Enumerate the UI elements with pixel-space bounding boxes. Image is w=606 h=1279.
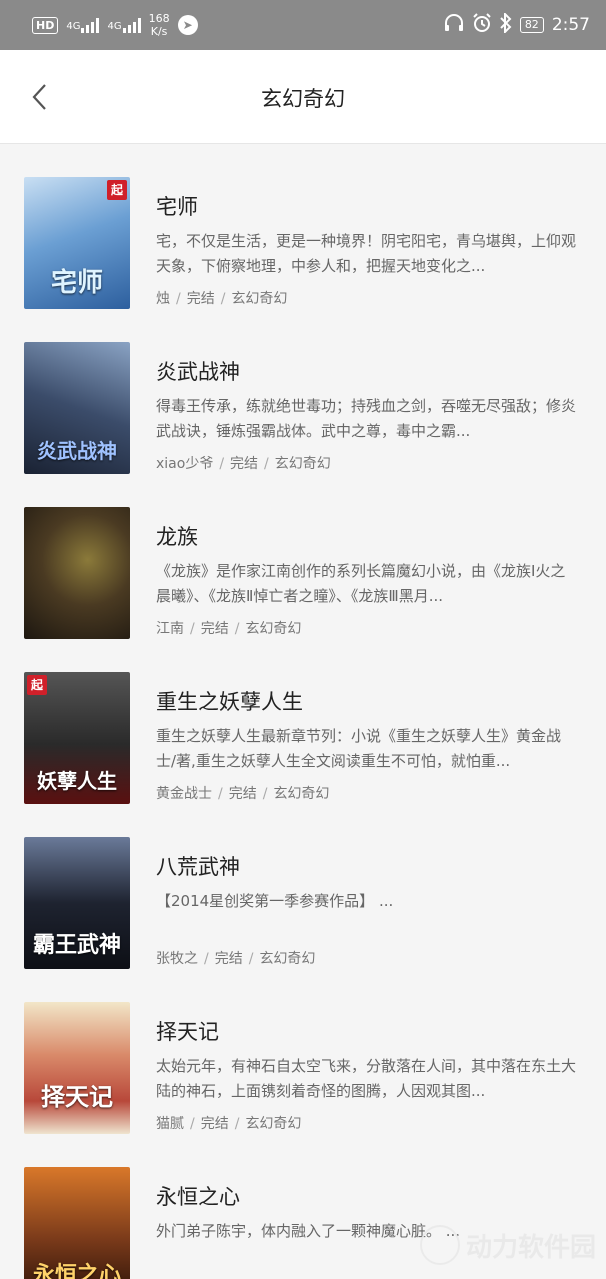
book-cover: 起 妖孽人生 bbox=[24, 672, 130, 804]
book-category: 玄幻奇幻 bbox=[273, 786, 330, 802]
cover-title: 宅师 bbox=[50, 268, 103, 298]
cover-title: 炎武战神 bbox=[37, 439, 117, 463]
book-author: 猫腻 bbox=[156, 1116, 184, 1132]
signal-2: 4G bbox=[107, 17, 141, 33]
book-title: 永恒之心 bbox=[156, 1185, 240, 1209]
alarm-icon bbox=[472, 12, 492, 38]
book-description: 得毒王传承，练就绝世毒功；持残血之剑，吞噬无尽强敌；修炎武战诀，锤炼强霸战体。武… bbox=[156, 397, 576, 440]
book-item[interactable]: 起 宅师 宅师 宅，不仅是生活，更是一种境界！阴宅阳宅，青乌堪舆，上仰观天象，下… bbox=[0, 145, 606, 310]
book-author: 黄金战士 bbox=[156, 786, 212, 802]
book-description: 【2014星创奖第一季参赛作品】 ... bbox=[156, 892, 394, 910]
book-status: 完结 bbox=[200, 1116, 229, 1132]
book-meta: 张牧之 / 完结 / 玄幻奇幻 bbox=[156, 951, 316, 967]
signal-bars-icon bbox=[81, 17, 100, 33]
book-author: xiao少爷 bbox=[156, 456, 214, 472]
book-meta: 猫腻 / 完结 / 玄幻奇幻 bbox=[156, 1116, 302, 1132]
clock: 2:57 bbox=[551, 15, 590, 35]
signal-1: 4G bbox=[66, 17, 100, 33]
status-bar: HD 4G 4G 168 K/s ➤ 82 2:57 bbox=[0, 0, 606, 50]
book-item[interactable]: 起 妖孽人生 重生之妖孽人生 重生之妖孽人生最新章节列：小说《重生之妖孽人生》黄… bbox=[0, 640, 606, 805]
book-author: 张牧之 bbox=[156, 951, 198, 967]
book-author: 江南 bbox=[156, 621, 184, 637]
page-title: 玄幻奇幻 bbox=[261, 87, 345, 111]
book-author: 烛 bbox=[156, 291, 170, 307]
book-item[interactable]: 择天记 择天记 太始元年，有神石自太空飞来，分散落在人间，其中落在东土大陆的神石… bbox=[0, 970, 606, 1135]
watermark: 动力软件园 bbox=[419, 1225, 596, 1265]
book-list: 起 宅师 宅师 宅，不仅是生活，更是一种境界！阴宅阳宅，青乌堪舆，上仰观天象，下… bbox=[0, 145, 606, 1279]
book-category: 玄幻奇幻 bbox=[231, 291, 288, 307]
book-status: 完结 bbox=[186, 291, 215, 307]
battery-indicator: 82 bbox=[519, 17, 544, 33]
book-meta: 江南 / 完结 / 玄幻奇幻 bbox=[156, 621, 302, 637]
book-title: 龙族 bbox=[156, 525, 198, 549]
book-meta: 黄金战士 / 完结 / 玄幻奇幻 bbox=[156, 786, 330, 802]
book-cover: 择天记 bbox=[24, 1002, 130, 1134]
book-category: 玄幻奇幻 bbox=[245, 1116, 302, 1132]
status-bar-left: HD 4G 4G 168 K/s ➤ bbox=[32, 12, 198, 38]
book-description: 重生之妖孽人生最新章节列：小说《重生之妖孽人生》黄金战士/著,重生之妖孽人生全文… bbox=[156, 727, 562, 770]
book-title: 八荒武神 bbox=[156, 855, 240, 879]
book-item[interactable]: 龙族 《龙族》是作家江南创作的系列长篇魔幻小说，由《龙族Ⅰ火之晨曦》、《龙族Ⅱ悼… bbox=[0, 475, 606, 640]
book-status: 完结 bbox=[200, 621, 229, 637]
book-description: 太始元年，有神石自太空飞来，分散落在人间，其中落在东土大陆的神石，上面镌刻着奇怪… bbox=[156, 1057, 576, 1100]
book-status: 完结 bbox=[230, 456, 259, 472]
book-title: 择天记 bbox=[156, 1020, 219, 1044]
app-header: 玄幻奇幻 bbox=[0, 50, 606, 144]
bluetooth-icon bbox=[500, 11, 512, 38]
hd-badge: HD bbox=[32, 16, 59, 34]
book-category: 玄幻奇幻 bbox=[259, 951, 316, 967]
qidian-badge: 起 bbox=[27, 675, 47, 695]
book-meta: xiao少爷 / 完结 / 玄幻奇幻 bbox=[156, 456, 331, 472]
book-item[interactable]: 炎武战神 炎武战神 得毒王传承，练就绝世毒功；持残血之剑，吞噬无尽强敌；修炎武战… bbox=[0, 310, 606, 475]
signal-bars-icon bbox=[122, 17, 141, 33]
book-cover: 炎武战神 bbox=[24, 342, 130, 474]
book-cover: 永恒之心 bbox=[24, 1167, 130, 1279]
book-title: 重生之妖孽人生 bbox=[156, 690, 303, 714]
book-title: 宅师 bbox=[156, 195, 198, 219]
book-cover: 起 宅师 bbox=[24, 177, 130, 309]
cover-title: 择天记 bbox=[41, 1082, 113, 1111]
cover-title: 永恒之心 bbox=[32, 1262, 121, 1279]
book-category: 玄幻奇幻 bbox=[274, 456, 331, 472]
cover-title: 妖孽人生 bbox=[37, 769, 117, 793]
book-meta: 烛 / 完结 / 玄幻奇幻 bbox=[156, 291, 288, 307]
book-cover bbox=[24, 507, 130, 639]
status-bar-right: 82 2:57 bbox=[444, 11, 590, 38]
book-status: 完结 bbox=[228, 786, 257, 802]
book-cover: 霸王武神 bbox=[24, 837, 130, 969]
book-category: 玄幻奇幻 bbox=[245, 621, 302, 637]
location-icon: ➤ bbox=[177, 15, 198, 35]
qidian-badge: 起 bbox=[107, 180, 127, 200]
cover-title: 霸王武神 bbox=[32, 932, 121, 958]
book-description: 《龙族》是作家江南创作的系列长篇魔幻小说，由《龙族Ⅰ火之晨曦》、《龙族Ⅱ悼亡者之… bbox=[156, 562, 566, 605]
watermark-text: 动力软件园 bbox=[465, 1232, 596, 1263]
book-item[interactable]: 霸王武神 八荒武神 【2014星创奖第一季参赛作品】 ... 张牧之 / 完结 / 玄幻… bbox=[0, 805, 606, 970]
watermark-logo-icon bbox=[419, 1225, 460, 1265]
headphones-icon bbox=[444, 13, 464, 37]
book-status: 完结 bbox=[214, 951, 243, 967]
book-title: 炎武战神 bbox=[156, 360, 240, 384]
network-speed: 168 K/s bbox=[148, 12, 170, 38]
book-description: 宅，不仅是生活，更是一种境界！阴宅阳宅，青乌堪舆，上仰观天象，下俯察地理，中参人… bbox=[156, 232, 576, 275]
